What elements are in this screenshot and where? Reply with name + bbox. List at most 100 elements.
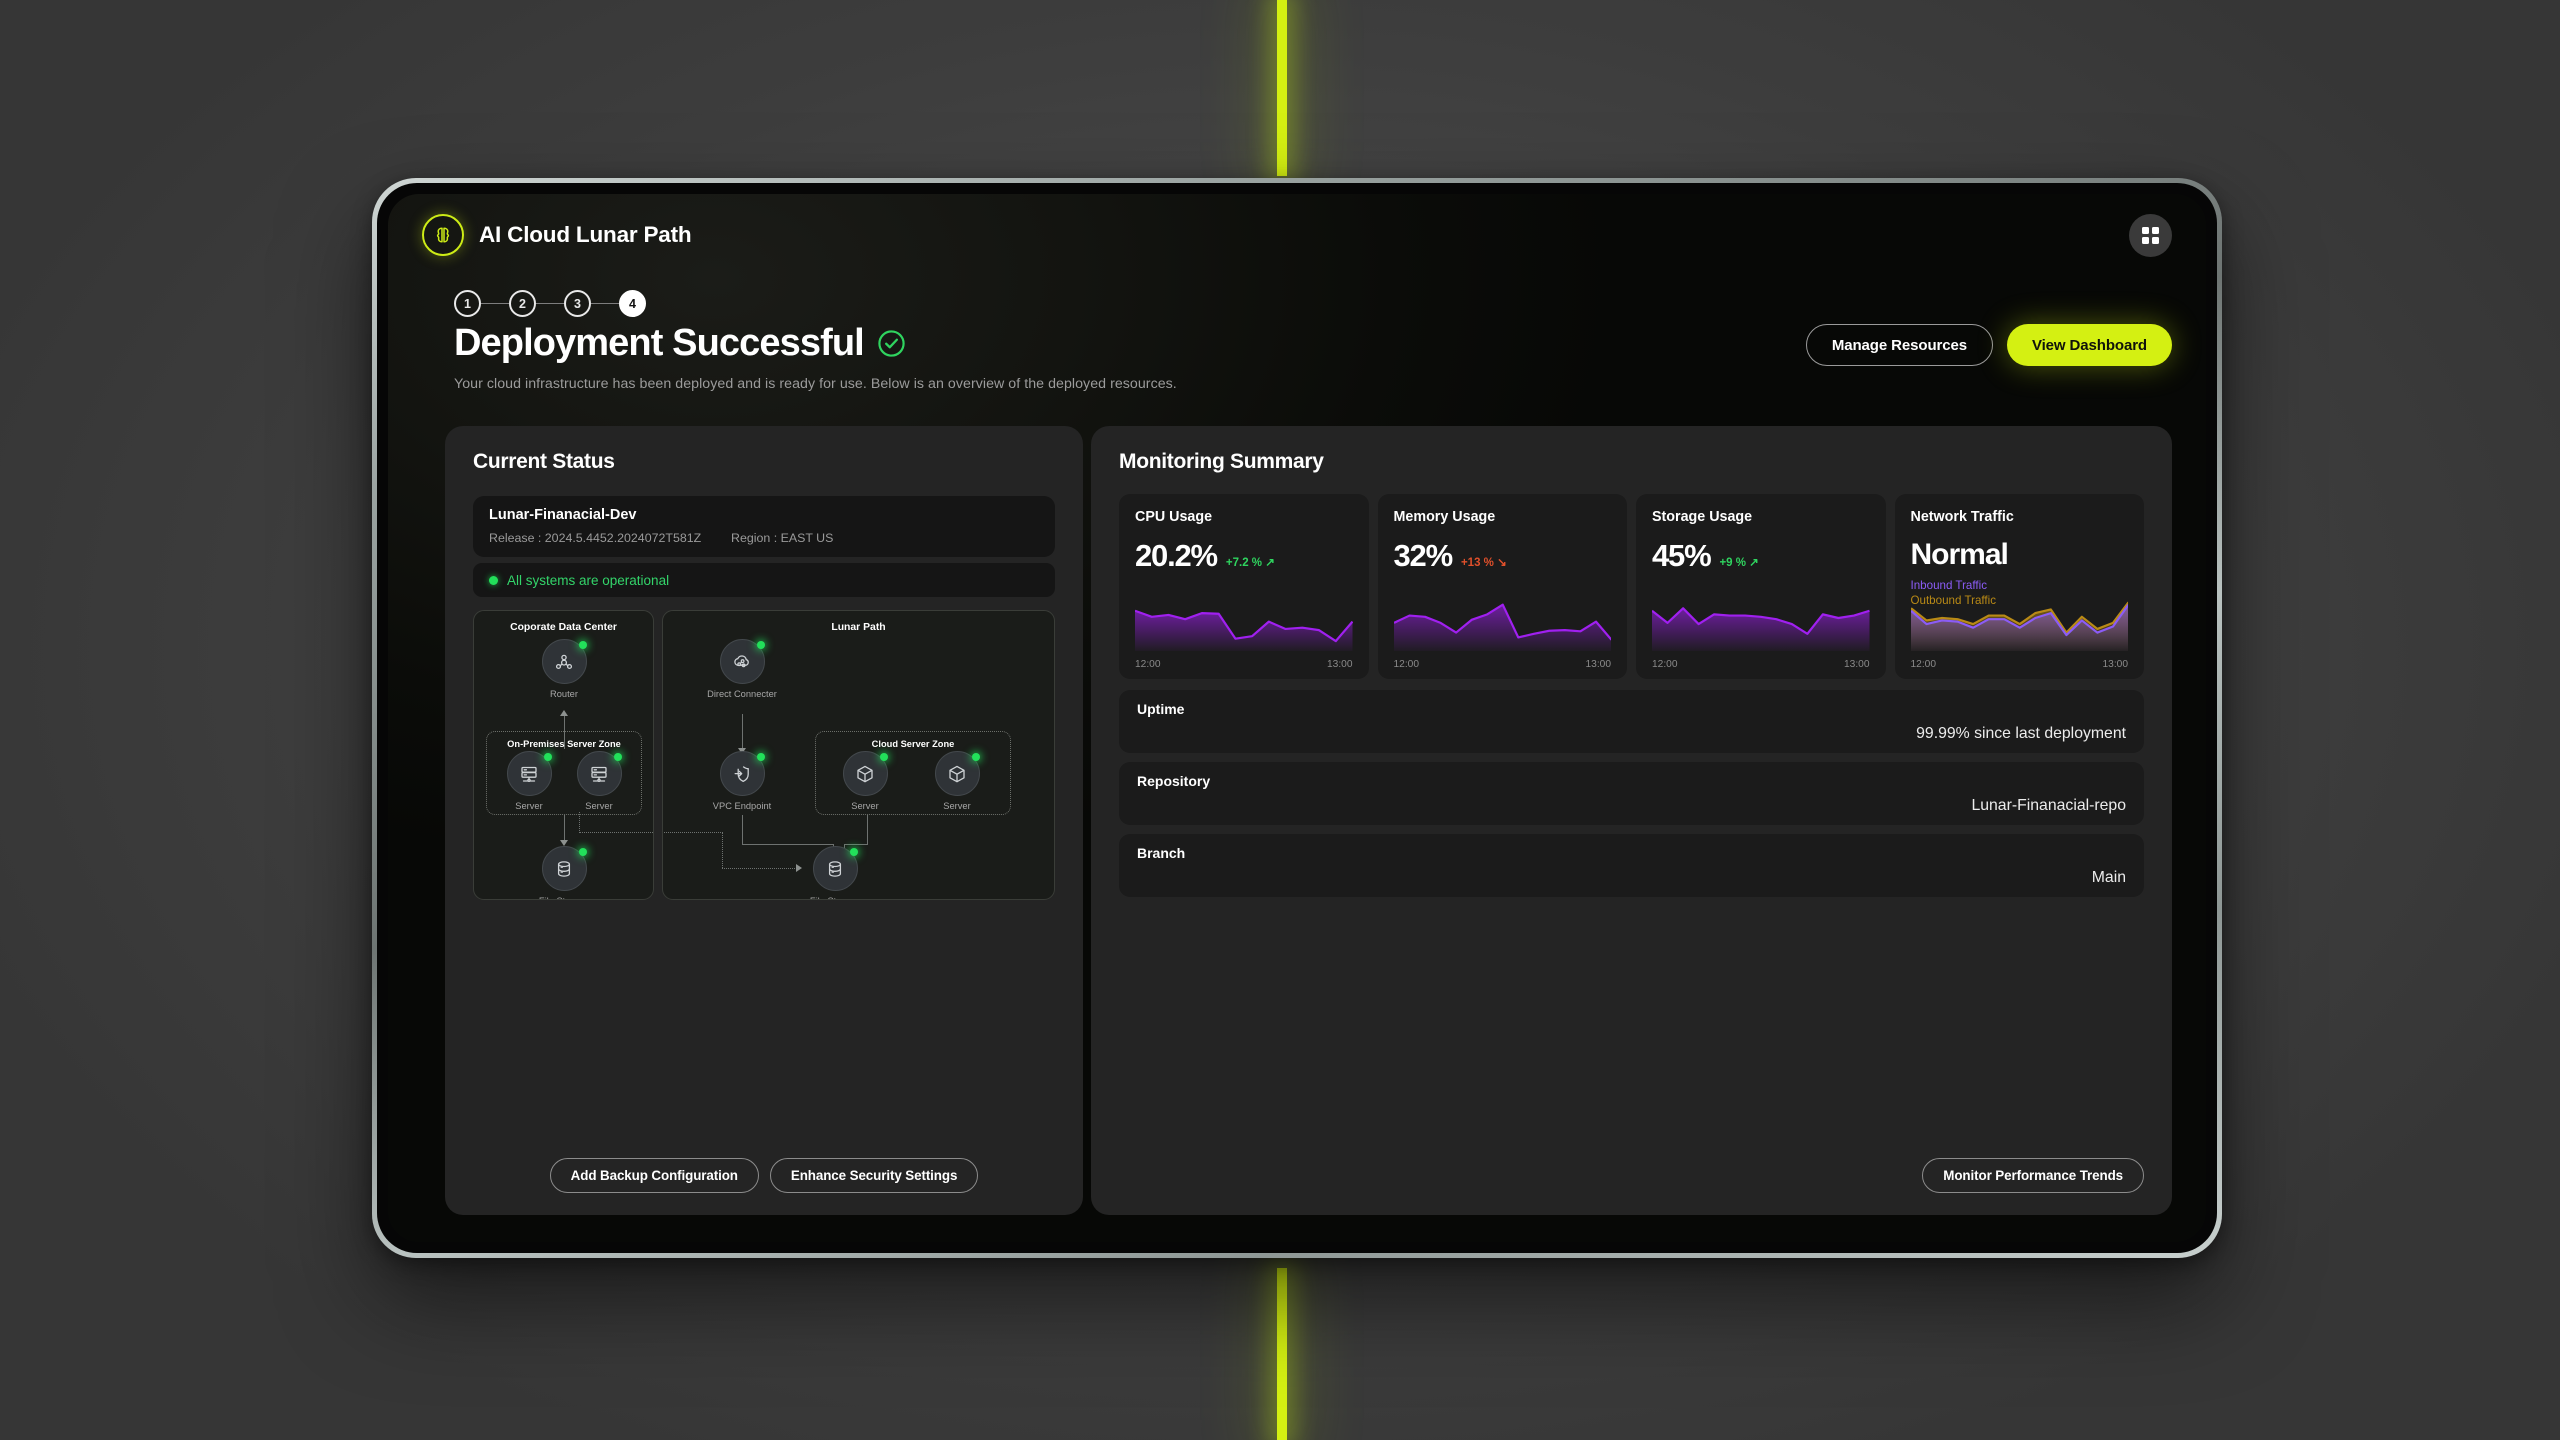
lunar-path-logo-icon: [422, 214, 464, 256]
connector: [741, 714, 743, 749]
metric-value: 20.2%: [1135, 538, 1218, 573]
zone-title: Coporate Data Center: [510, 622, 617, 633]
zone-corporate-data-center: Coporate Data Center Router On-Premises …: [473, 610, 654, 900]
axis-tick-end: 13:00: [1327, 659, 1353, 670]
node-server-cloud-1[interactable]: Server: [828, 751, 902, 811]
cross-link-connector: [579, 812, 580, 833]
metric-title: CPU Usage: [1135, 509, 1213, 525]
add-backup-configuration-button[interactable]: Add Backup Configuration: [549, 1158, 759, 1193]
node-direct-connecter[interactable]: Direct Connecter: [705, 639, 779, 699]
status-dot-icon: [756, 753, 765, 761]
axis-tick-start: 12:00: [1910, 659, 1937, 670]
info-value: 99.99% since last deployment: [1916, 725, 2126, 742]
sparkline-chart: [1393, 585, 1611, 651]
node-server-onprem-1[interactable]: Server: [492, 751, 566, 811]
monitoring-summary-panel: Monitoring Summary CPU Usage 20.2% +7.2 % …: [1091, 426, 2172, 1215]
monitor-performance-trends-button[interactable]: Monitor Performance Trends: [1922, 1158, 2144, 1193]
database-icon: [812, 846, 858, 891]
deployment-name: Lunar-Finanacial-Dev: [489, 507, 637, 523]
router-icon: [541, 639, 587, 684]
stepper-connector: [591, 302, 619, 305]
panels-container: Current Status Lunar-Finanacial-Dev Rele…: [445, 426, 2172, 1215]
background-accent-line-top: [1277, 0, 1287, 176]
axis-tick-end: 13:00: [2102, 659, 2129, 670]
background-accent-line-bottom: [1277, 1268, 1287, 1440]
connector: [563, 815, 565, 841]
node-label: File Storage: [527, 896, 601, 899]
brand-title: AI Cloud Lunar Path: [479, 222, 692, 247]
stepper-connector: [481, 302, 509, 305]
check-circle-icon: [877, 329, 906, 358]
status-banner-text: All systems are operational: [507, 572, 670, 588]
stepper-step-3[interactable]: 3: [564, 290, 591, 317]
metric-value: 32%: [1393, 538, 1454, 573]
status-dot-icon: [613, 753, 622, 761]
status-dot-icon: [756, 641, 765, 649]
cross-link-connector: [579, 832, 653, 833]
cube-icon: [842, 751, 888, 796]
sparkline-chart: [1135, 585, 1353, 651]
deployment-info-card: Lunar-Finanacial-Dev Release : 2024.5.44…: [473, 496, 1055, 557]
node-label: Router: [550, 689, 578, 699]
database-icon: [541, 846, 587, 891]
cross-link-connector: [722, 868, 797, 869]
info-rows: Uptime 99.99% since last deployment Reposi…: [1119, 690, 2144, 906]
node-router[interactable]: Router: [527, 639, 601, 699]
metric-value: 45%: [1652, 538, 1712, 573]
info-row-uptime: Uptime 99.99% since last deployment: [1119, 690, 2144, 753]
tablet-device-frame: AI Cloud Lunar Path 1 2 3 4 Deployment Succ…: [372, 178, 2222, 1258]
systems-operational-banner: All systems are operational: [473, 563, 1055, 597]
metric-title: Network Traffic: [1910, 509, 2014, 525]
connector: [741, 844, 834, 846]
node-vpc-endpoint[interactable]: VPC Endpoint: [705, 751, 779, 811]
info-label: Uptime: [1137, 701, 1185, 717]
node-server-cloud-2[interactable]: Server: [920, 751, 994, 811]
node-file-storage-onprem[interactable]: File Storage: [527, 846, 601, 899]
view-dashboard-button[interactable]: View Dashboard: [2006, 324, 2172, 366]
cross-link-connector: [663, 832, 723, 833]
metric-value-row: 20.2% +7.2 % ↗: [1135, 538, 1353, 574]
subzone-title: On-Premises Server Zone: [507, 739, 621, 749]
monitoring-summary-title: Monitoring Summary: [1119, 450, 1324, 473]
tablet-screen: AI Cloud Lunar Path 1 2 3 4 Deployment Succ…: [388, 194, 2206, 1242]
metric-card-memory-usage: Memory Usage 32% +13 % ↘ 12:00 13:00: [1377, 494, 1627, 679]
stepper-step-4[interactable]: 4: [619, 290, 646, 317]
current-status-panel: Current Status Lunar-Finanacial-Dev Rele…: [445, 426, 1083, 1215]
axis-tick-start: 12:00: [1393, 659, 1420, 670]
metric-cards: CPU Usage 20.2% +7.2 % ↗ 12:00 13:00 Memory U…: [1119, 494, 2144, 679]
node-label: File Storage: [798, 896, 872, 899]
metric-value: Normal: [1910, 538, 2009, 571]
node-server-onprem-2[interactable]: Server: [562, 751, 636, 811]
stepper-connector: [536, 302, 564, 305]
status-dot-icon: [578, 641, 587, 649]
deployment-meta: Release : 2024.5.4452.2024072T581Z Regio…: [489, 531, 1039, 545]
sparkline-chart: [1652, 585, 1870, 651]
node-label: Server: [515, 801, 543, 811]
stepper-step-1[interactable]: 1: [454, 290, 481, 317]
status-dot-icon: [879, 753, 888, 761]
node-label: Server: [585, 801, 613, 811]
header-actions: Manage Resources View Dashboard: [1805, 324, 2172, 366]
metric-delta: +7.2 % ↗: [1225, 557, 1275, 569]
connector: [844, 844, 867, 846]
node-file-storage-cloud[interactable]: File Storage: [798, 846, 872, 899]
status-dot-icon: [543, 753, 552, 761]
metric-title: Memory Usage: [1393, 509, 1496, 525]
metric-value-row: 32% +13 % ↘: [1394, 538, 1612, 574]
axis-tick-end: 13:00: [1844, 659, 1870, 670]
architecture-diagram: Coporate Data Center Router On-Premises …: [473, 610, 1055, 900]
status-panel-footer: Add Backup Configuration Enhance Securit…: [473, 1158, 1055, 1193]
metric-card-storage-usage: Storage Usage 45% +9 % ↗ 12:00 13:00: [1636, 494, 1886, 679]
brand: AI Cloud Lunar Path: [422, 214, 692, 256]
current-status-title: Current Status: [473, 450, 615, 473]
page-title: Deployment Successful: [454, 322, 865, 364]
status-dot-icon: [489, 575, 498, 585]
grid-apps-icon[interactable]: [2129, 214, 2172, 257]
connector: [741, 815, 743, 845]
deployment-stepper: 1 2 3 4: [454, 290, 646, 317]
info-value: Lunar-Finanacial-repo: [1971, 797, 2126, 814]
metric-title: Storage Usage: [1652, 509, 1753, 525]
stepper-step-2[interactable]: 2: [509, 290, 536, 317]
enhance-security-settings-button[interactable]: Enhance Security Settings: [769, 1158, 979, 1193]
manage-resources-button[interactable]: Manage Resources: [1805, 324, 1993, 366]
